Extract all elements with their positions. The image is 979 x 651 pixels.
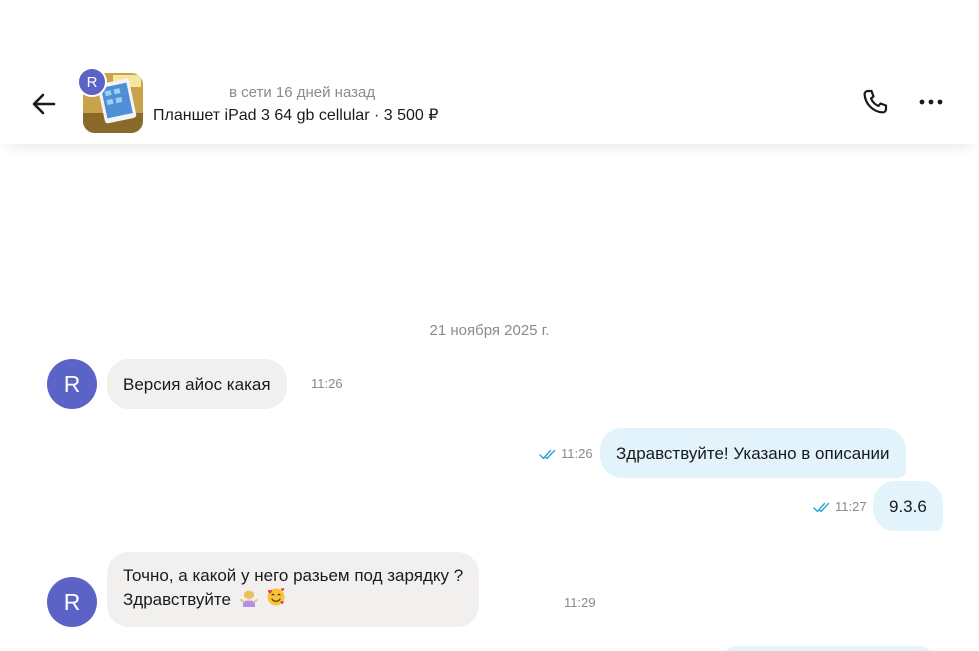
incoming-message[interactable]: Версия айос какая: [107, 359, 287, 409]
message-text: 9.3.6: [889, 496, 927, 516]
double-check-icon: [813, 502, 830, 513]
more-dots-icon[interactable]: [916, 87, 946, 117]
message-text-line: Здравствуйте: [123, 587, 463, 611]
message-time: 11:26: [311, 376, 343, 391]
sender-avatar[interactable]: R: [47, 577, 97, 627]
item-title[interactable]: Планшет iPad 3 64 gb cellular · 3 500 ₽: [153, 105, 438, 125]
online-status: в сети 16 дней назад: [229, 84, 376, 101]
message-text-line: Точно, а какой у него разьем под зарядку…: [123, 566, 464, 585]
outgoing-message[interactable]: 9.3.6: [873, 481, 943, 531]
seller-avatar[interactable]: R: [77, 67, 107, 97]
date-separator: 21 ноября 2025 г.: [429, 322, 550, 339]
message-time: 11:29: [564, 595, 596, 610]
double-check-icon: [539, 449, 556, 460]
message-status: 11:26: [539, 446, 593, 461]
outgoing-message-partial[interactable]: [722, 646, 934, 651]
phone-icon[interactable]: [860, 87, 890, 117]
message-status: 11:27: [813, 499, 867, 514]
message-time: 11:27: [835, 499, 867, 514]
smiling-hearts-emoji: [267, 588, 285, 606]
message-time: 11:26: [561, 446, 593, 461]
sender-avatar[interactable]: R: [47, 359, 97, 409]
message-text: Здравствуйте! Указано в описании: [616, 443, 890, 463]
woman-shrugging-emoji: [239, 590, 258, 607]
chat-header: R в сети 16 дней назад Планшет iPad 3 64…: [0, 60, 979, 144]
outgoing-message[interactable]: Здравствуйте! Указано в описании: [600, 428, 906, 478]
message-text: Версия айос какая: [123, 374, 271, 394]
back-arrow-icon[interactable]: [28, 88, 60, 120]
incoming-message[interactable]: Точно, а какой у него разьем под зарядку…: [107, 552, 480, 627]
